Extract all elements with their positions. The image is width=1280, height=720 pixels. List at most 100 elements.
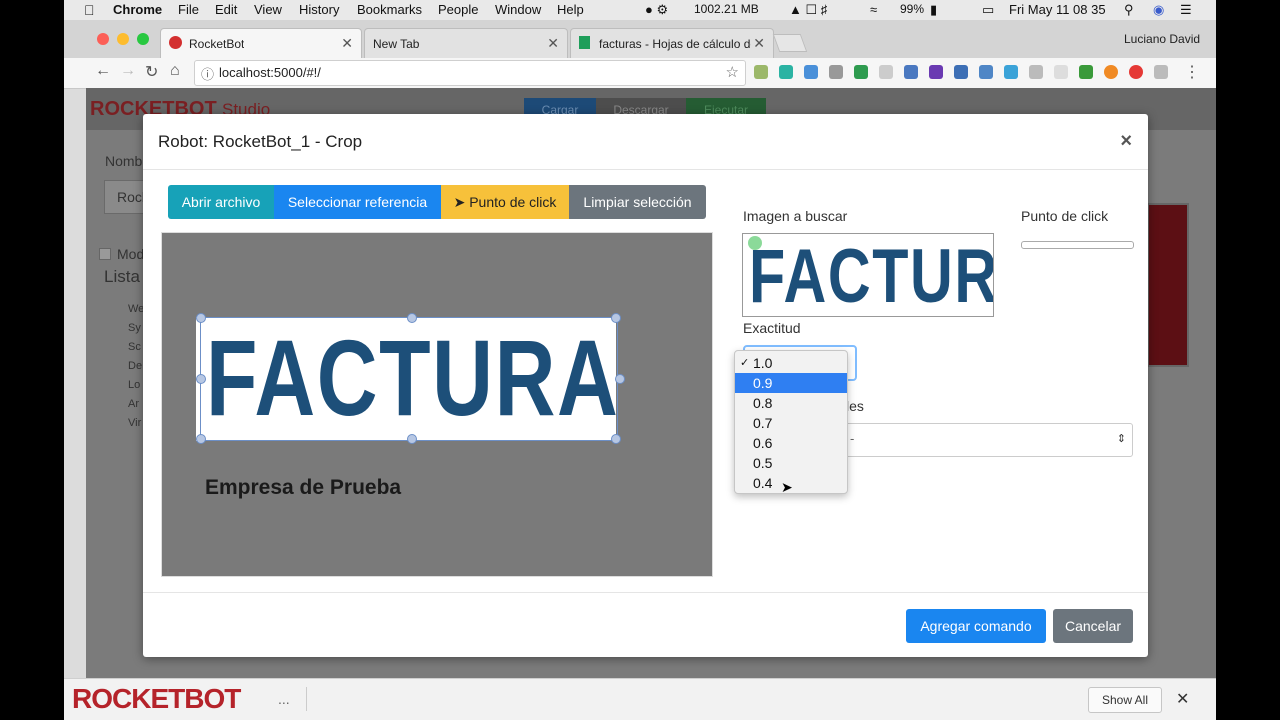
option-label: 0.5 [753,455,773,471]
accuracy-option-highlighted[interactable]: 0.9 [735,373,847,393]
modal-header: Robot: RocketBot_1 - Crop × [143,114,1148,170]
side-item[interactable]: Sc [128,341,141,353]
menu-view[interactable]: View [254,2,282,17]
crop-canvas[interactable]: FACTURA Empresa de Prueba [161,232,713,577]
side-item[interactable]: Sy [128,322,141,334]
extension-icon[interactable] [779,65,793,79]
download-item-more[interactable]: ... [278,691,290,707]
menu-file[interactable]: File [178,2,199,17]
extension-icon[interactable] [979,65,993,79]
accuracy-option[interactable]: 0.8 [735,393,847,413]
crop-handle[interactable] [611,434,621,444]
chrome-menu-icon[interactable]: ⋮ [1184,62,1200,82]
side-item[interactable]: Vir [128,417,141,429]
click-point-field[interactable] [1021,241,1134,249]
forward-icon[interactable]: → [120,62,136,80]
extension-icon[interactable] [1079,65,1093,79]
flag-icon[interactable]: ▭ [982,2,994,18]
app-menu[interactable]: Chrome [113,2,162,17]
close-tab-icon[interactable]: ✕ [341,35,353,52]
extension-icon[interactable] [804,65,818,79]
option-label: 0.8 [753,395,773,411]
click-point-label: Punto de click [469,194,557,210]
mode-checkbox[interactable] [99,248,111,260]
mouse-pointer-icon: ➤ [781,479,793,495]
extension-icon[interactable] [1154,65,1168,79]
extension-icon[interactable] [1029,65,1043,79]
address-bar[interactable]: ⓘ localhost:5000/#!/ ☆ [194,60,746,86]
bluetooth-icon[interactable]: ▲ ☐ ♯ [789,2,827,18]
tab-facturas[interactable]: facturas - Hojas de cálculo de ✕ [570,28,774,59]
accuracy-option[interactable]: 0.6 [735,433,847,453]
menu-help[interactable]: Help [557,2,584,17]
home-icon[interactable]: ⌂ [170,62,180,80]
bookmark-star-icon[interactable]: ☆ [726,63,739,81]
extension-icon[interactable] [954,65,968,79]
notification-center-icon[interactable]: ☰ [1180,2,1192,18]
battery-icon[interactable]: ▮ [930,2,937,18]
close-tab-icon[interactable]: ✕ [753,35,765,52]
rocketbot-favicon-icon [169,36,182,49]
accuracy-option[interactable]: 0.7 [735,413,847,433]
search-image-label: Imagen a buscar [743,208,848,224]
add-command-button[interactable]: Agregar comando [906,609,1046,643]
menu-bookmarks[interactable]: Bookmarks [357,2,422,17]
menu-window[interactable]: Window [495,2,541,17]
close-window-button[interactable] [97,33,109,45]
crop-selection[interactable] [200,317,618,441]
extension-icon[interactable] [1004,65,1018,79]
crop-handle[interactable] [615,374,625,384]
zoom-window-button[interactable] [137,33,149,45]
profile-name[interactable]: Luciano David [1124,32,1200,46]
crop-handle[interactable] [407,313,417,323]
crop-handle[interactable] [196,434,206,444]
select-reference-button[interactable]: Seleccionar referencia [274,185,441,219]
show-all-button[interactable]: Show All [1088,687,1162,713]
reload-icon[interactable]: ↻ [145,62,158,82]
side-item[interactable]: Lo [128,379,140,391]
crop-handle[interactable] [196,374,206,384]
cancel-button[interactable]: Cancelar [1053,609,1133,643]
side-item[interactable]: We [128,303,144,315]
back-icon[interactable]: ← [95,62,111,80]
tab-new-tab[interactable]: New Tab ✕ [364,28,568,59]
menu-history[interactable]: History [299,2,339,17]
extension-icon[interactable] [1104,65,1118,79]
modal-close-icon[interactable]: × [1120,130,1132,153]
user-icon[interactable]: ◉ [1153,2,1164,18]
crop-handle[interactable] [611,313,621,323]
extension-icon[interactable] [1054,65,1068,79]
side-item[interactable]: De [128,360,142,372]
wifi-icon[interactable]: ≈ [870,2,877,17]
accuracy-option[interactable]: 0.5 [735,453,847,473]
crop-handle[interactable] [196,313,206,323]
click-point-button[interactable]: ➤ Punto de click [441,185,569,219]
extension-icon[interactable] [1129,65,1143,79]
spotlight-icon[interactable]: ⚲ [1124,2,1134,18]
extension-icon[interactable] [829,65,843,79]
accuracy-option[interactable]: ✓ 1.0 [735,353,847,373]
side-item[interactable]: Ar [128,398,139,410]
menu-edit[interactable]: Edit [215,2,237,17]
rocketbot-watermark: ROCKETBOT [72,683,241,714]
tab-rocketbot[interactable]: RocketBot ✕ [160,28,362,59]
clear-selection-button[interactable]: Limpiar selección [569,185,706,219]
new-tab-button[interactable] [772,34,808,52]
close-download-bar-icon[interactable]: ✕ [1176,689,1189,709]
info-icon[interactable]: ⓘ [201,64,214,83]
close-tab-icon[interactable]: ✕ [547,35,559,52]
extension-icon[interactable] [879,65,893,79]
apple-icon[interactable]:  [84,2,95,18]
mode-label: Mod [117,246,145,262]
partial-select[interactable]: - ⇕ [843,423,1133,457]
menu-people[interactable]: People [438,2,478,17]
clock[interactable]: Fri May 11 08 35 [1009,2,1106,17]
open-file-button[interactable]: Abrir archivo [168,185,274,219]
minimize-window-button[interactable] [117,33,129,45]
extension-icon[interactable] [904,65,918,79]
crop-handle[interactable] [407,434,417,444]
extension-icon[interactable] [929,65,943,79]
extension-icon[interactable] [754,65,768,79]
extension-icon[interactable] [854,65,868,79]
partial-select-value: - [850,431,855,446]
